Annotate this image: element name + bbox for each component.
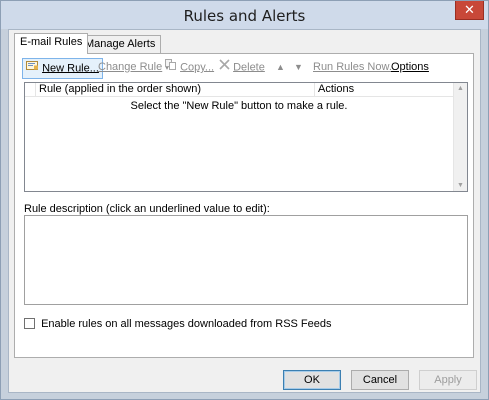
dialog-body: E-mail Rules Manage Alerts New Rule... C… xyxy=(8,29,481,393)
run-rules-now-button[interactable]: Run Rules Now... xyxy=(313,58,398,79)
scroll-down-icon[interactable]: ▼ xyxy=(457,182,464,189)
options-label: Options xyxy=(391,61,429,73)
rss-rules-option[interactable]: Enable rules on all messages downloaded … xyxy=(24,318,332,332)
ok-button[interactable]: OK xyxy=(283,370,341,390)
rules-list[interactable]: Rule (applied in the order shown) Action… xyxy=(24,82,468,192)
move-up-button[interactable]: ▲ xyxy=(276,58,285,79)
checkbox-column-header xyxy=(25,83,36,97)
empty-list-message: Select the "New Rule" button to make a r… xyxy=(130,100,348,112)
copy-rule-button[interactable]: Copy... xyxy=(165,58,214,79)
tab-email-rules[interactable]: E-mail Rules xyxy=(14,33,89,54)
rule-description-box[interactable] xyxy=(24,215,468,305)
close-button[interactable]: ✕ xyxy=(455,1,484,20)
email-rules-panel: New Rule... Change Rule ▾ Copy... Delete… xyxy=(14,53,474,358)
move-down-button[interactable]: ▼ xyxy=(294,58,303,79)
rules-list-scrollbar[interactable]: ▲ ▼ xyxy=(453,83,467,191)
rss-rules-checkbox[interactable] xyxy=(24,318,35,329)
title-bar[interactable]: Rules and Alerts ✕ xyxy=(1,1,488,29)
new-rule-label: New Rule... xyxy=(42,62,99,75)
apply-button[interactable]: Apply xyxy=(419,370,477,390)
tab-manage-alerts[interactable]: Manage Alerts xyxy=(79,35,162,53)
rules-and-alerts-dialog: Rules and Alerts ✕ E-mail Rules Manage A… xyxy=(0,0,489,400)
copy-label: Copy... xyxy=(180,61,215,74)
change-rule-label: Change Rule xyxy=(98,61,163,73)
rss-rules-label: Enable rules on all messages downloaded … xyxy=(41,318,332,330)
new-rule-button[interactable]: New Rule... xyxy=(22,58,103,79)
new-rule-icon xyxy=(26,59,39,78)
delete-rule-button[interactable]: Delete xyxy=(219,58,265,79)
delete-icon xyxy=(219,58,230,77)
copy-icon xyxy=(165,58,177,77)
change-rule-button[interactable]: Change Rule ▾ xyxy=(98,58,169,79)
scroll-up-icon[interactable]: ▲ xyxy=(457,85,464,92)
rule-description-label: Rule description (click an underlined va… xyxy=(24,203,270,215)
dialog-title: Rules and Alerts xyxy=(183,7,306,25)
delete-label: Delete xyxy=(233,61,265,74)
run-rules-now-label: Run Rules Now... xyxy=(313,61,398,73)
rules-toolbar: New Rule... Change Rule ▾ Copy... Delete… xyxy=(15,58,473,80)
column-header-actions[interactable]: Actions xyxy=(315,83,453,97)
rules-list-header: Rule (applied in the order shown) Action… xyxy=(25,83,453,97)
cancel-button[interactable]: Cancel xyxy=(351,370,409,390)
column-header-rule[interactable]: Rule (applied in the order shown) xyxy=(36,83,315,97)
options-button[interactable]: Options xyxy=(391,58,429,79)
